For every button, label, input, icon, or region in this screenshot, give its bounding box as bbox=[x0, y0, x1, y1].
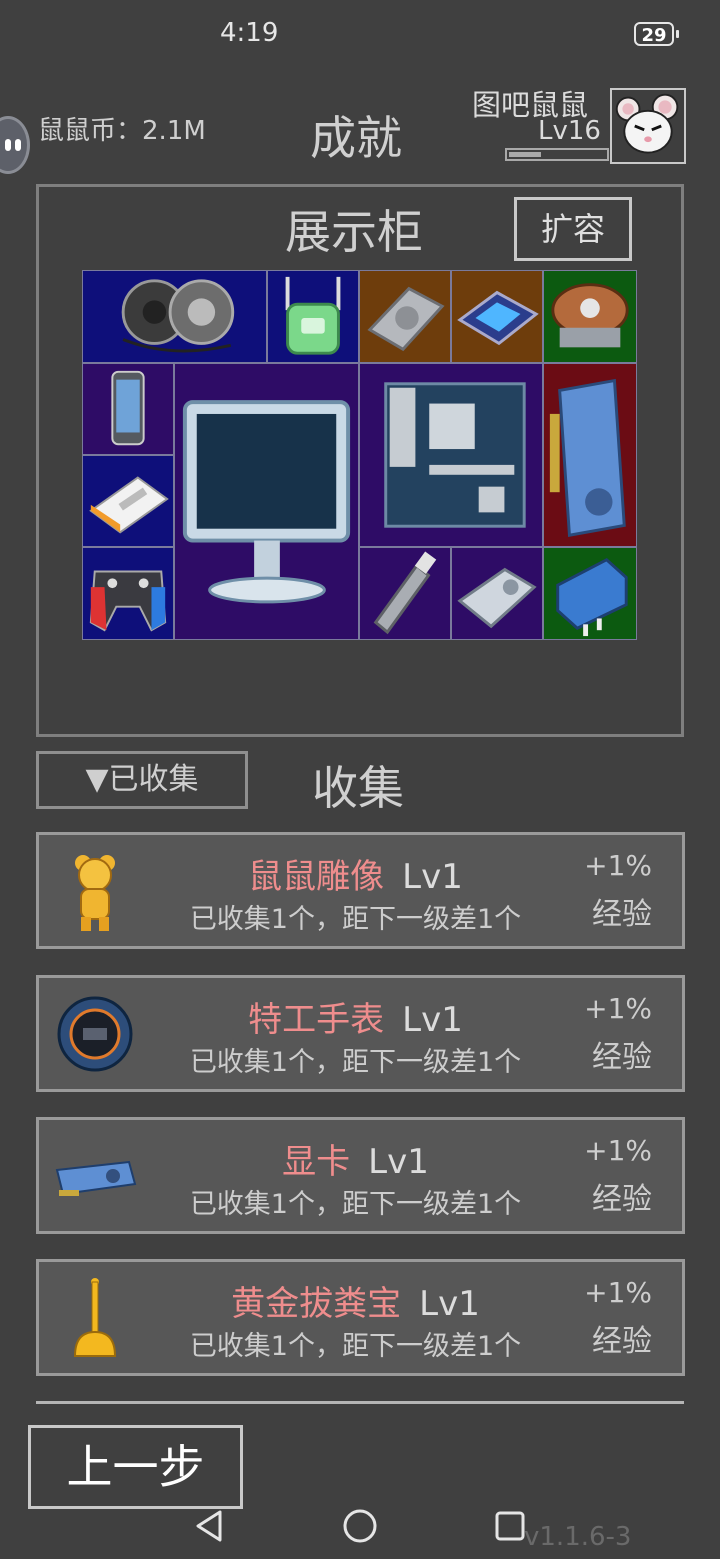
hard-drive-icon bbox=[367, 286, 445, 352]
item-bonus-type: 经验 bbox=[592, 1182, 652, 1217]
item-bonus: +1% bbox=[584, 1276, 652, 1309]
item-level: Lv1 bbox=[402, 857, 463, 897]
expand-button[interactable]: 扩容 bbox=[514, 197, 632, 261]
graphics-card-icon bbox=[55, 1160, 137, 1196]
collected-filter-dropdown[interactable]: ▼已收集 bbox=[36, 751, 248, 809]
cpu-icon bbox=[457, 290, 539, 346]
xp-bar bbox=[505, 148, 609, 161]
item-progress: 已收集1个，距下一级差1个 bbox=[189, 1189, 522, 1220]
item-name: 鼠鼠雕像 bbox=[248, 857, 385, 897]
speakers-icon bbox=[121, 279, 235, 353]
collection-item[interactable]: 黄金拔粪宝 Lv1 已收集1个，距下一级差1个 +1% 经验 bbox=[36, 1259, 685, 1376]
coin-balance: 鼠鼠币：2.1M bbox=[38, 110, 206, 147]
item-name: 特工手表 bbox=[248, 1000, 385, 1040]
divider bbox=[36, 1401, 684, 1404]
back-step-button[interactable]: 上一步 bbox=[28, 1425, 243, 1509]
power-adapter-slot[interactable] bbox=[543, 547, 637, 640]
item-bonus-type: 经验 bbox=[592, 1324, 652, 1359]
watch-icon bbox=[57, 996, 133, 1072]
collection-title: 收集 bbox=[312, 761, 404, 815]
power-bank-slot[interactable] bbox=[82, 455, 174, 547]
item-bonus: +1% bbox=[584, 1134, 652, 1167]
mouse-avatar-icon bbox=[615, 93, 679, 154]
collection-item[interactable]: 显卡 Lv1 已收集1个，距下一级差1个 +1% 经验 bbox=[36, 1117, 685, 1234]
battery-icon: 29 bbox=[634, 22, 674, 46]
item-bonus-type: 经验 bbox=[592, 1040, 652, 1075]
recents-icon[interactable] bbox=[494, 1510, 526, 1542]
avatar[interactable] bbox=[610, 88, 686, 164]
phone-icon bbox=[111, 370, 145, 446]
ssd-slot[interactable] bbox=[451, 547, 543, 640]
item-level: Lv1 bbox=[419, 1284, 480, 1324]
item-bonus: +1% bbox=[584, 992, 652, 1025]
graphics-card-icon bbox=[549, 378, 626, 537]
item-progress: 已收集1个，距下一级差1个 bbox=[189, 1047, 522, 1078]
item-level: Lv1 bbox=[368, 1142, 429, 1182]
gamepad-icon bbox=[89, 570, 167, 632]
item-name: 显卡 bbox=[282, 1142, 351, 1182]
gamepad-slot[interactable] bbox=[82, 547, 174, 640]
back-icon[interactable] bbox=[194, 1509, 226, 1543]
router-slot[interactable] bbox=[267, 270, 359, 363]
cpu-cooler-icon bbox=[551, 283, 629, 348]
item-bonus-type: 经验 bbox=[592, 897, 652, 932]
item-level: Lv1 bbox=[402, 1000, 463, 1040]
power-bank-icon bbox=[89, 476, 169, 534]
cpu-slot[interactable] bbox=[451, 270, 543, 363]
motherboard-slot[interactable] bbox=[359, 363, 543, 547]
router-icon bbox=[285, 276, 341, 355]
power-adapter-icon bbox=[556, 557, 628, 637]
speakers-slot[interactable] bbox=[82, 270, 267, 363]
golden-plunger-icon bbox=[73, 1278, 117, 1357]
hard-drive-slot[interactable] bbox=[359, 270, 451, 363]
version-label: v1.1.6-3 bbox=[524, 1522, 632, 1552]
player-level: Lv16 bbox=[538, 116, 601, 146]
monitor-icon bbox=[182, 400, 351, 604]
usb-drive-icon bbox=[373, 551, 437, 635]
item-bonus: +1% bbox=[584, 849, 652, 882]
status-time: 4:19 bbox=[220, 18, 279, 48]
item-progress: 已收集1个，距下一级差1个 bbox=[189, 1331, 522, 1362]
item-name: 黄金拔粪宝 bbox=[231, 1284, 402, 1324]
collection-item[interactable]: 特工手表 Lv1 已收集1个，距下一级差1个 +1% 经验 bbox=[36, 975, 685, 1092]
motherboard-icon bbox=[384, 382, 526, 528]
cabinet-title: 展示柜 bbox=[285, 205, 423, 259]
coin-value: 2.1M bbox=[142, 116, 206, 146]
phone-slot[interactable] bbox=[82, 363, 174, 455]
collection-item[interactable]: 鼠鼠雕像 Lv1 已收集1个，距下一级差1个 +1% 经验 bbox=[36, 832, 685, 949]
cpu-cooler-slot[interactable] bbox=[543, 270, 637, 363]
graphics-card-slot[interactable] bbox=[543, 363, 637, 547]
side-menu-handle[interactable] bbox=[0, 116, 30, 174]
usb-drive-slot[interactable] bbox=[359, 547, 451, 640]
monitor-slot[interactable] bbox=[174, 363, 359, 640]
item-progress: 已收集1个，距下一级差1个 bbox=[189, 904, 522, 935]
battery-tip bbox=[676, 30, 679, 38]
home-icon[interactable] bbox=[342, 1508, 378, 1544]
page-title: 成就 bbox=[310, 111, 402, 165]
ssd-icon bbox=[457, 567, 537, 629]
display-grid bbox=[82, 270, 637, 640]
xp-bar-fill bbox=[509, 152, 541, 157]
bear-statue-icon bbox=[75, 855, 115, 931]
coin-label: 鼠鼠币： bbox=[38, 116, 143, 146]
